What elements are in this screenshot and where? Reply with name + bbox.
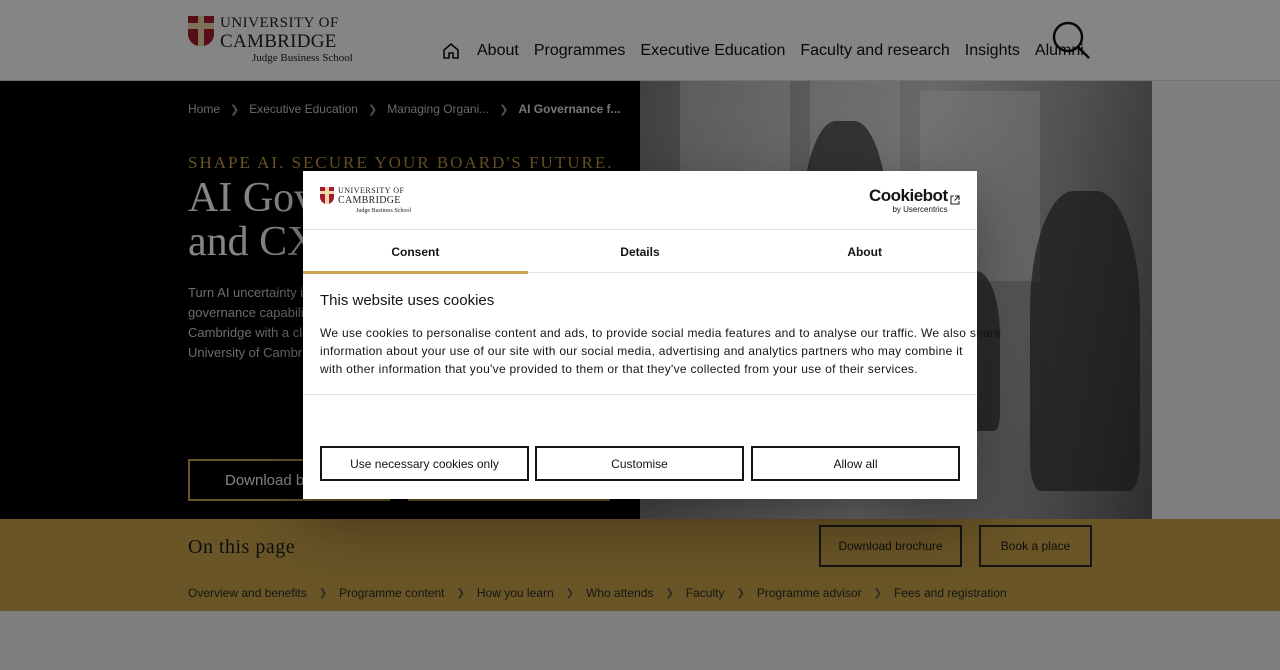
use-necessary-cookies-button[interactable]: Use necessary cookies only: [320, 446, 529, 481]
cookie-dialog-text: We use cookies to personalise content an…: [320, 326, 1002, 376]
cookie-dialog-header: UNIVERSITY OF CAMBRIDGE Judge Business S…: [303, 171, 977, 230]
tab-details[interactable]: Details: [528, 230, 753, 273]
tab-about[interactable]: About: [752, 230, 977, 273]
cookie-dialog-title: This website uses cookies: [320, 292, 495, 309]
cookie-consent-dialog: UNIVERSITY OF CAMBRIDGE Judge Business S…: [303, 171, 1002, 499]
allow-all-button[interactable]: Allow all: [751, 446, 960, 481]
external-link-icon: [950, 195, 960, 205]
tab-consent[interactable]: Consent: [303, 230, 528, 274]
cookie-dialog-tabs: Consent Details About: [303, 230, 977, 274]
cookiebot-logo[interactable]: Cookiebot by Usercentrics: [869, 187, 948, 215]
crest-icon: [320, 187, 334, 204]
divider: [303, 394, 977, 395]
cambridge-judge-logo: UNIVERSITY OF CAMBRIDGE Judge Business S…: [320, 187, 411, 214]
customise-button[interactable]: Customise: [535, 446, 744, 481]
